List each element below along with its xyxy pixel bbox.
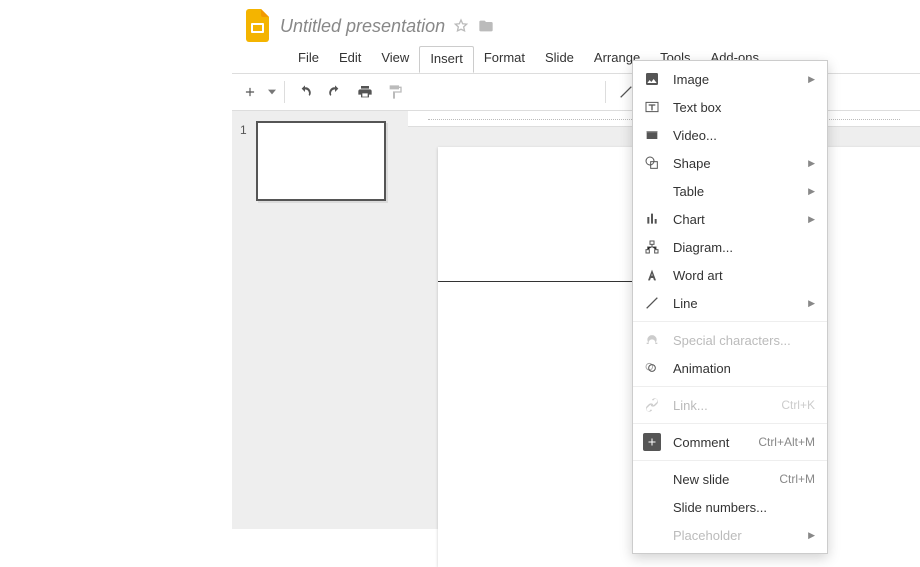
doc-title[interactable]: Untitled presentation [280,16,445,37]
star-icon[interactable] [453,18,469,34]
menu-label: Text box [673,100,815,115]
menu-label: Video... [673,128,815,143]
submenu-arrow-icon: ▶ [808,298,815,309]
toolbar-separator [284,81,285,103]
folder-icon[interactable] [477,18,495,34]
line-icon [643,294,661,312]
insert-animation[interactable]: Animation [633,354,827,382]
thumb-number: 1 [240,121,256,201]
menu-label: New slide [673,472,767,487]
omega-icon [643,331,661,349]
menu-view[interactable]: View [371,46,419,73]
print-button[interactable] [351,78,379,106]
insert-shape[interactable]: Shape ▶ [633,149,827,177]
menu-separator [633,460,827,461]
slides-logo [244,8,272,44]
menu-edit[interactable]: Edit [329,46,371,73]
submenu-arrow-icon: ▶ [808,214,815,225]
menu-label: Link... [673,398,769,413]
toolbar-separator [605,81,606,103]
menu-insert[interactable]: Insert [419,46,474,73]
submenu-arrow-icon: ▶ [808,530,815,541]
new-slide-button[interactable] [236,78,264,106]
menu-separator [633,423,827,424]
insert-table[interactable]: Table ▶ [633,177,827,205]
menu-label: Chart [673,212,796,227]
insert-link: Link... Ctrl+K [633,391,827,419]
diagram-icon [643,238,661,256]
insert-slide-numbers[interactable]: Slide numbers... [633,493,827,521]
word-art-icon [643,266,661,284]
menu-label: Comment [673,435,746,450]
insert-word-art[interactable]: Word art [633,261,827,289]
insert-special-characters: Special characters... [633,326,827,354]
insert-video[interactable]: Video... [633,121,827,149]
redo-button[interactable] [321,78,349,106]
chart-icon [643,210,661,228]
paint-format-button[interactable] [381,78,409,106]
menu-label: Diagram... [673,240,815,255]
menu-file[interactable]: File [288,46,329,73]
insert-new-slide[interactable]: New slide Ctrl+M [633,465,827,493]
insert-diagram[interactable]: Diagram... [633,233,827,261]
slide-thumbnail-1[interactable] [256,121,386,201]
menu-label: Special characters... [673,333,815,348]
new-slide-dropdown[interactable] [266,88,278,96]
insert-placeholder: Placeholder ▶ [633,521,827,549]
menu-slide[interactable]: Slide [535,46,584,73]
insert-image[interactable]: Image ▶ [633,65,827,93]
menu-shortcut: Ctrl+K [781,398,815,412]
insert-text-box[interactable]: Text box [633,93,827,121]
menu-label: Slide numbers... [673,500,815,515]
undo-button[interactable] [291,78,319,106]
menu-label: Line [673,296,796,311]
animation-icon [643,359,661,377]
menu-label: Shape [673,156,796,171]
slide-thumbnails: 1 [232,111,398,529]
menu-separator [633,386,827,387]
insert-comment[interactable]: Comment Ctrl+Alt+M [633,428,827,456]
insert-chart[interactable]: Chart ▶ [633,205,827,233]
video-icon [643,126,661,144]
menu-shortcut: Ctrl+Alt+M [758,435,815,449]
menu-format[interactable]: Format [474,46,535,73]
submenu-arrow-icon: ▶ [808,186,815,197]
comment-icon [643,433,661,451]
menu-label: Placeholder [673,528,796,543]
image-icon [643,70,661,88]
submenu-arrow-icon: ▶ [808,74,815,85]
menu-label: Table [673,184,796,199]
menu-separator [633,321,827,322]
text-box-icon [643,98,661,116]
menu-label: Image [673,72,796,87]
insert-line[interactable]: Line ▶ [633,289,827,317]
link-icon [643,396,661,414]
menu-label: Word art [673,268,815,283]
insert-dropdown: Image ▶ Text box Video... Shape ▶ Table … [632,60,828,554]
shape-icon [643,154,661,172]
menu-label: Animation [673,361,815,376]
submenu-arrow-icon: ▶ [808,158,815,169]
menu-shortcut: Ctrl+M [779,472,815,486]
